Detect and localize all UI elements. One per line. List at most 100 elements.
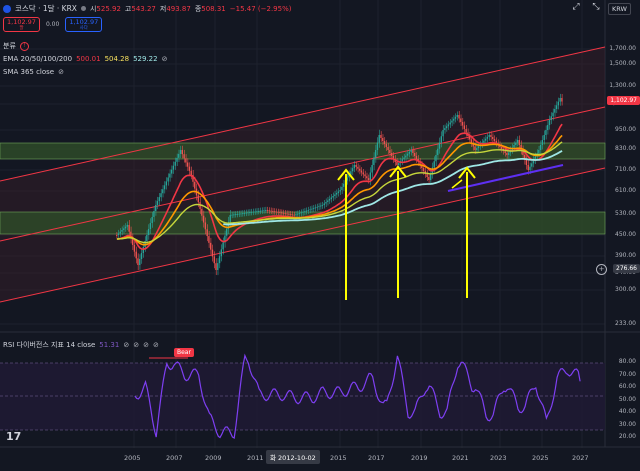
candle-body	[158, 197, 160, 202]
candle-body	[181, 150, 184, 155]
candle-body	[408, 151, 411, 154]
candle-body	[128, 225, 130, 232]
candle-body	[124, 226, 127, 229]
visibility-icon[interactable]: ⊘	[123, 341, 129, 349]
expand-icon[interactable]: ⤢	[568, 0, 584, 14]
candle-body	[437, 148, 439, 155]
symbol-title[interactable]: 코스닥 · 1달 · KRX	[15, 3, 77, 14]
candle-body	[186, 162, 189, 167]
tradingview-logo[interactable]: 17	[6, 430, 21, 443]
candle-body	[183, 154, 185, 159]
price-tick-label: 1,500.00	[609, 60, 636, 67]
rsi-tick-label: 60.00	[618, 383, 636, 390]
trade-buttons: 1,102.97 팔 0.00 1,102.97 사다	[3, 17, 103, 32]
candle-body	[373, 157, 375, 165]
candle-body	[555, 105, 558, 109]
candle-body	[238, 213, 240, 215]
candle-body	[341, 186, 343, 190]
candle-body	[440, 136, 442, 143]
candle-body	[545, 130, 547, 135]
candle-body	[222, 242, 224, 250]
candle-body	[218, 256, 221, 264]
ema-indicator[interactable]: EMA 20/50/100/200 500.01 504.28 529.22 ⊘	[3, 55, 167, 63]
rsi-legend[interactable]: RSI 다이버전스 지표 14 close 51.31 ⊘ ⊘ ⊘ ⊘	[3, 340, 159, 350]
candle-body	[170, 169, 173, 174]
candle-body	[527, 165, 529, 170]
symbol-icon	[3, 4, 11, 13]
sell-label: 팔	[19, 26, 24, 31]
candle-body	[289, 214, 292, 215]
candle-body	[335, 193, 338, 195]
open-value: 525.92	[96, 4, 121, 13]
candle-body	[525, 160, 528, 165]
time-tick-label: 2023	[490, 454, 507, 462]
candle-body	[162, 189, 164, 194]
candle-body	[515, 142, 517, 145]
candle-body	[210, 242, 212, 250]
rsi-tick-label: 80.00	[618, 358, 636, 365]
candle-body	[176, 157, 178, 162]
settings-icon[interactable]: ⊘	[133, 341, 139, 349]
candle-body	[261, 210, 263, 212]
currency-badge[interactable]: KRW	[608, 3, 631, 15]
chart-canvas[interactable]	[0, 0, 640, 471]
candle-body	[490, 135, 492, 137]
symbol-legend: 코스닥 · 1달 · KRX 시525.92 고543.27 저493.87 종…	[3, 3, 291, 14]
add-alert-icon[interactable]: +	[596, 264, 607, 275]
ema-label: EMA 20/50/100/200	[3, 55, 73, 63]
delete-icon[interactable]: ⊘	[143, 341, 149, 349]
candle-body	[438, 142, 441, 149]
candle-body	[179, 150, 182, 154]
split-indicator[interactable]: 분류 !	[3, 41, 29, 51]
price-tick-label: 610.00	[615, 187, 636, 194]
candle-body	[376, 142, 379, 150]
more-icon[interactable]: ⊘	[153, 341, 159, 349]
candle-body	[476, 148, 478, 150]
candle-body	[190, 170, 192, 175]
candle-body	[374, 150, 377, 158]
candle-body	[293, 214, 295, 216]
visibility-icon[interactable]: ⊘	[58, 68, 64, 76]
buy-button[interactable]: 1,102.97 사다	[65, 17, 103, 32]
price-tick-label: 1,300.00	[609, 82, 636, 89]
price-tick-label: 390.00	[615, 252, 636, 259]
candle-body	[339, 190, 341, 192]
candle-body	[139, 259, 141, 265]
candle-body	[270, 210, 272, 212]
sell-button[interactable]: 1,102.97 팔	[3, 17, 40, 32]
price-tick-label: 1,700.00	[609, 45, 636, 52]
candle-body	[483, 140, 485, 143]
visibility-icon[interactable]: ⊘	[162, 55, 168, 63]
candle-body	[233, 214, 235, 216]
candle-body	[309, 209, 311, 211]
candle-body	[516, 140, 519, 143]
price-tick-label: 450.00	[615, 231, 636, 238]
candle-body	[202, 215, 205, 223]
candle-body	[367, 178, 370, 180]
candle-body	[273, 211, 276, 213]
candle-body	[488, 135, 490, 137]
crosshair-date-tag: 화 2012-10-02	[266, 450, 320, 464]
time-tick-label: 2025	[532, 454, 549, 462]
price-tick-label: 530.00	[615, 210, 636, 217]
candle-body	[428, 177, 430, 180]
candle-body	[518, 140, 521, 145]
candle-body	[380, 135, 382, 138]
candle-body	[217, 263, 219, 270]
candle-body	[433, 161, 435, 168]
candle-body	[422, 168, 425, 171]
sma-indicator[interactable]: SMA 365 close ⊘	[3, 68, 64, 76]
candle-body	[250, 212, 253, 213]
shrink-icon[interactable]: ⤡	[588, 0, 604, 14]
candle-body	[151, 217, 153, 223]
candle-body	[225, 228, 228, 236]
rsi-tick-label: 40.00	[618, 408, 636, 415]
candle-body	[561, 98, 563, 102]
candle-body	[178, 153, 180, 158]
candle-body	[435, 155, 437, 162]
alert-icon: !	[19, 41, 29, 51]
candle-body	[160, 193, 162, 198]
candle-body	[247, 212, 249, 214]
candle-body	[369, 172, 372, 180]
last-price-tag: 1,102.97	[607, 96, 640, 105]
